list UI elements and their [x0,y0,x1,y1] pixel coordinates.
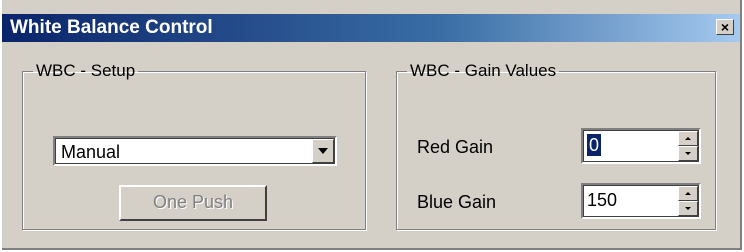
title-bar[interactable]: White Balance Control × [2,14,740,42]
blue-gain-label: Blue Gain [417,192,497,212]
wbc-gain-legend: WBC - Gain Values [410,61,557,80]
red-gain-spinbox[interactable]: 0 [581,128,701,164]
window-title: White Balance Control [10,17,213,38]
spin-down-icon[interactable] [678,146,698,161]
wbc-dialog: White Balance Control × WBC - Setup Manu… [2,0,742,250]
wbc-mode-value: Manual [61,142,121,162]
blue-gain-value[interactable]: 150 [587,189,617,211]
spin-down-icon[interactable] [678,201,698,216]
wbc-setup-group: WBC - Setup Manual One Push [22,62,366,230]
blue-gain-spinbox[interactable]: 150 [581,183,701,219]
red-gain-label: Red Gain [417,137,494,157]
spin-up-icon[interactable] [678,131,698,146]
one-push-button[interactable]: One Push [119,185,267,221]
wbc-setup-legend: WBC - Setup [36,61,136,80]
wbc-mode-select[interactable]: Manual [53,136,337,166]
red-gain-value[interactable]: 0 [587,134,602,156]
close-icon: × [720,19,730,35]
wbc-gain-group: WBC - Gain Values Red Gain 0 Blue Gain 1… [396,62,716,230]
close-button[interactable]: × [716,19,734,35]
spin-up-icon[interactable] [678,186,698,201]
chevron-down-icon[interactable] [312,139,334,163]
